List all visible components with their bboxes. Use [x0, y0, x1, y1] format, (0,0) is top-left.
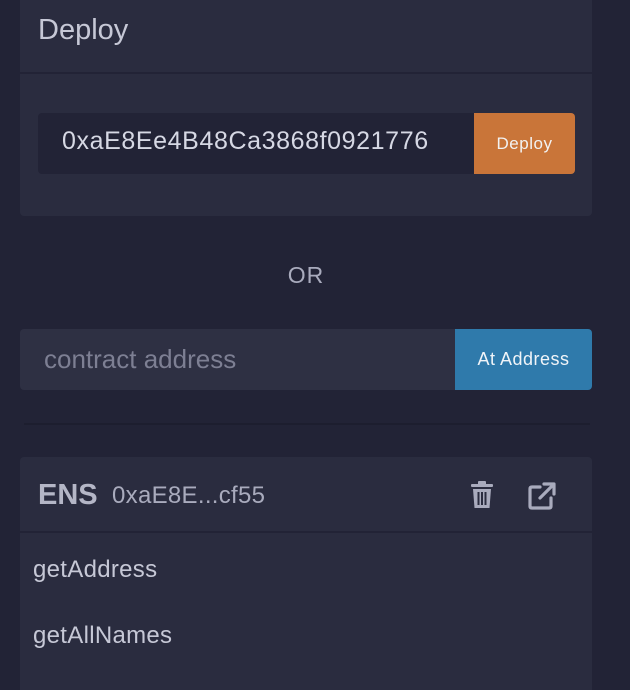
section-divider — [24, 423, 590, 425]
function-getaddress[interactable]: getAddress — [33, 556, 157, 584]
contract-address-input-wrap[interactable] — [20, 329, 455, 390]
at-address-button[interactable]: At Address — [455, 329, 592, 390]
instance-name: ENS — [38, 479, 98, 511]
deploy-panel: Deploy 0xaE8Ee4B48Ca3868f0921776 Deploy — [20, 0, 592, 216]
deploy-address-value: 0xaE8Ee4B48Ca3868f0921776 — [62, 127, 429, 155]
contract-address-input[interactable] — [20, 329, 455, 390]
function-getallnames[interactable]: getAllNames — [33, 622, 172, 650]
instance-header[interactable]: ENS 0xaE8E...cf55 — [20, 457, 592, 533]
deploy-title: Deploy — [38, 14, 129, 46]
trash-icon[interactable] — [470, 481, 494, 509]
external-link-icon[interactable] — [527, 481, 557, 511]
instance-address: 0xaE8E...cf55 — [112, 482, 266, 509]
deploy-address-field[interactable]: 0xaE8Ee4B48Ca3868f0921776 — [38, 113, 474, 174]
deploy-panel-header: Deploy — [20, 0, 592, 74]
or-separator: OR — [287, 262, 325, 288]
deploy-button[interactable]: Deploy — [474, 113, 575, 174]
deployed-instance-panel: ENS 0xaE8E...cf55 getAddress getAllNames — [20, 457, 592, 690]
